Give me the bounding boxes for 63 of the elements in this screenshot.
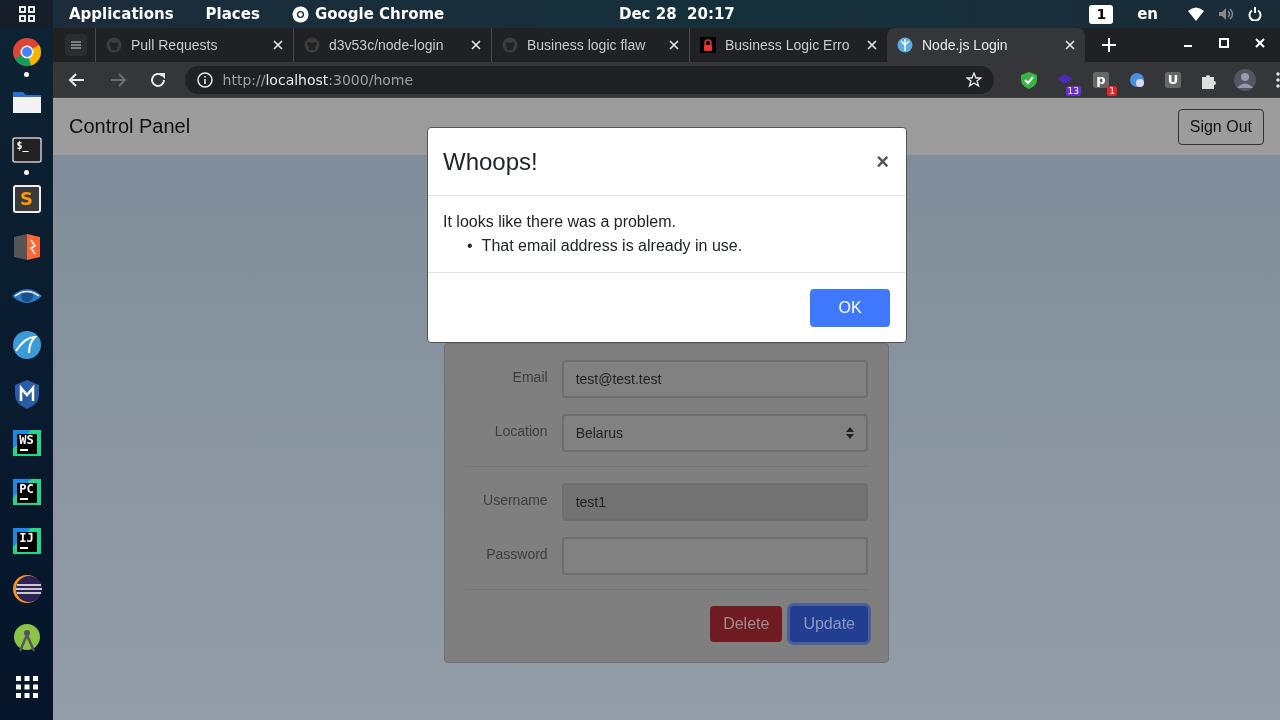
update-button[interactable]: Update	[790, 606, 868, 642]
close-icon[interactable]	[867, 40, 877, 50]
close-icon[interactable]	[669, 40, 679, 50]
sort-icon	[846, 427, 854, 439]
field-label: Password	[485, 545, 548, 562]
editor-icon[interactable]	[10, 182, 43, 215]
icon-label: S	[20, 188, 33, 210]
delete-button[interactable]: Delete	[710, 606, 783, 642]
input-field[interactable]: test@test.test	[561, 360, 868, 398]
field-label: Location	[493, 422, 548, 439]
field-label: Email	[511, 368, 548, 385]
navbar-title: Control Panel	[69, 115, 191, 138]
power-icon[interactable]	[1248, 7, 1262, 21]
more-icon[interactable]	[1276, 71, 1280, 88]
star-icon[interactable]	[966, 71, 982, 88]
info-icon[interactable]	[196, 71, 213, 88]
language-indicator[interactable]: en	[1137, 5, 1158, 23]
ok-button[interactable]: OK	[810, 289, 890, 327]
padlock-icon	[700, 37, 716, 53]
close-icon[interactable]	[273, 40, 283, 50]
plus-icon[interactable]	[1102, 38, 1116, 52]
octocat-icon	[106, 37, 122, 53]
count-badge: 1	[1107, 85, 1117, 96]
close-button[interactable]: ×	[874, 148, 891, 175]
icon-label: WS	[19, 433, 34, 446]
app-menu[interactable]: Google Chrome	[275, 5, 461, 23]
location-select[interactable]: Belarus	[561, 414, 868, 452]
browser-tab[interactable]: Node.js Login	[887, 28, 1085, 62]
field-label: Username	[482, 491, 548, 508]
tab-search-button[interactable]	[65, 34, 87, 56]
bullet: •	[467, 237, 473, 255]
reload-icon[interactable]	[149, 70, 168, 89]
browser-icon[interactable]	[10, 36, 43, 68]
count-badge: 13	[1065, 85, 1081, 96]
maximize-icon[interactable]	[1216, 35, 1232, 51]
modal-title: Whoops!	[443, 147, 538, 176]
shield-icon[interactable]	[1020, 70, 1038, 89]
octocat-icon	[304, 37, 320, 53]
address-field[interactable]: http://localhost:3000/home	[222, 71, 414, 88]
volume-icon	[1218, 7, 1234, 21]
icon-label: PC	[19, 482, 34, 495]
close-icon[interactable]	[1065, 40, 1075, 50]
apps-grid-icon[interactable]	[18, 6, 35, 22]
back-icon[interactable]	[68, 70, 87, 89]
browser-icon	[291, 5, 309, 23]
eclipse-icon[interactable]	[10, 573, 43, 606]
icon-label: IJ	[19, 531, 34, 544]
letter-icon[interactable]	[1092, 70, 1110, 89]
menu-item[interactable]: Applications	[53, 5, 190, 23]
sign-out-button[interactable]: Sign Out	[1177, 108, 1264, 145]
avatar-icon[interactable]	[1234, 68, 1256, 91]
icon-label: U	[1167, 73, 1179, 86]
list-icon	[71, 41, 81, 49]
error-item: That email address is already in use.	[481, 237, 743, 255]
octocat-icon	[502, 37, 518, 53]
clock[interactable]: Dec 28 20:17	[619, 5, 735, 23]
icon-label: p	[1096, 73, 1106, 86]
icon-label: $_	[16, 140, 29, 151]
close-icon[interactable]	[471, 40, 481, 50]
workspace-indicator[interactable]: 1	[1089, 4, 1114, 24]
menu-item[interactable]: Places	[189, 5, 276, 23]
wifi-icon	[1188, 7, 1204, 21]
error-message: It looks like there was a problem.	[443, 213, 677, 231]
